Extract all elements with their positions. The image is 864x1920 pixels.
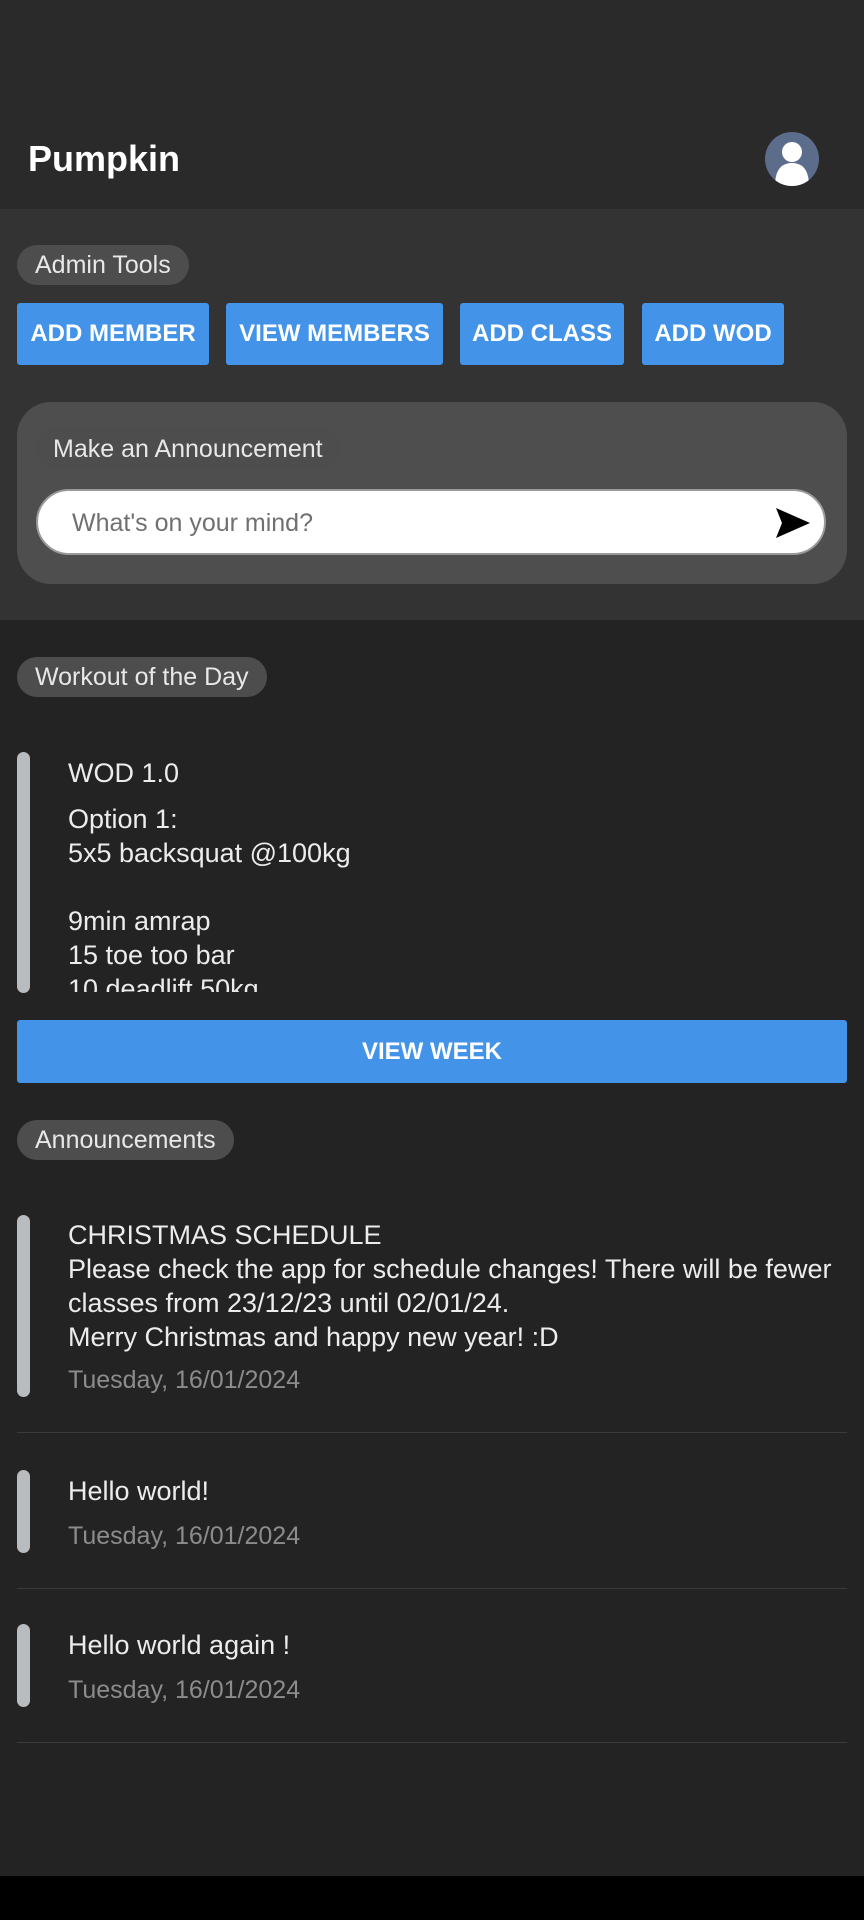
announcement-item[interactable]: CHRISTMAS SCHEDULE Please check the app … [0,1200,864,1432]
app-header: Pumpkin [0,0,864,209]
announcement-accent-bar [17,1470,30,1553]
add-member-button[interactable]: ADD MEMBER [17,303,209,365]
wod-content[interactable]: WOD 1.0 Option 1: 5x5 backsquat @100kg 9… [68,752,828,992]
add-wod-button[interactable]: ADD WOD [642,303,784,365]
send-icon[interactable] [772,503,812,543]
divider [17,1432,847,1433]
app-title: Pumpkin [28,138,181,179]
announcement-accent-bar [17,1624,30,1707]
wod-section-label: Workout of the Day [17,657,267,697]
announcements-section-label: Announcements [17,1120,234,1160]
announcement-item[interactable]: Hello world again ! Tuesday, 16/01/2024 [0,1614,864,1742]
wod-accent-bar [17,752,30,993]
announcement-item[interactable]: Hello world! Tuesday, 16/01/2024 [0,1460,864,1588]
announcement-text: Hello world again ! [68,1630,291,1660]
view-members-button[interactable]: VIEW MEMBERS [226,303,443,365]
divider [17,1588,847,1589]
wod-body: Option 1: 5x5 backsquat @100kg 9min amra… [68,804,351,992]
admin-tools-label: Admin Tools [17,245,189,285]
user-avatar-icon[interactable] [765,132,819,186]
announcement-text: Hello world! [68,1476,210,1506]
announcement-text: CHRISTMAS SCHEDULE Please check the app … [68,1220,832,1352]
announcement-accent-bar [17,1215,30,1397]
make-announcement-label: Make an Announcement [35,429,341,469]
announcement-date: Tuesday, 16/01/2024 [68,1676,301,1704]
announcement-date: Tuesday, 16/01/2024 [68,1366,301,1394]
add-class-button[interactable]: ADD CLASS [460,303,624,365]
view-week-button[interactable]: VIEW WEEK [17,1020,847,1083]
announcement-date: Tuesday, 16/01/2024 [68,1522,301,1550]
announcement-input-container [36,489,826,555]
divider [17,1742,847,1743]
wod-title: WOD 1.0 [68,758,180,788]
system-nav-bar [0,1876,864,1920]
announcement-input[interactable] [70,491,754,555]
